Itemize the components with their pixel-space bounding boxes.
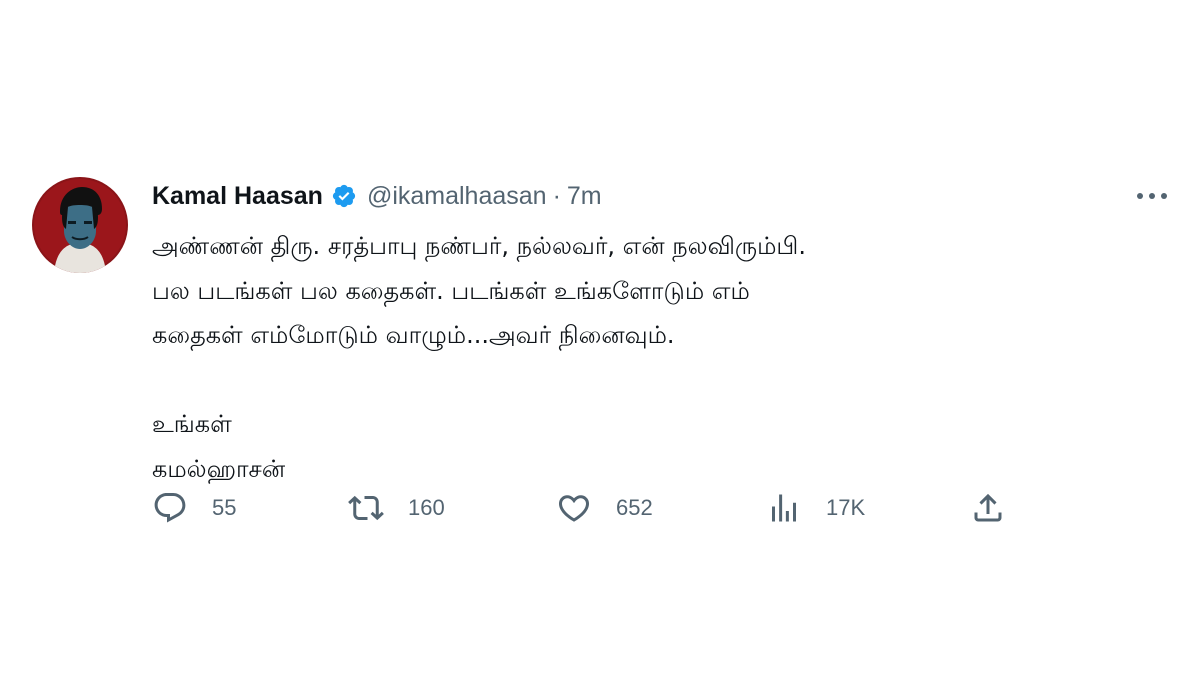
views-count: 17K: [826, 495, 866, 520]
tweet-text-line: பல படங்கள் பல கதைகள். படங்கள் உங்களோடும்…: [152, 276, 750, 305]
views-chart-icon: [766, 490, 802, 526]
avatar-portrait-icon: [32, 177, 128, 273]
tweet-card: Kamal Haasan @ikamalhaasan · 7m அண்ணன் த…: [0, 0, 1200, 675]
reply-icon: [152, 490, 188, 526]
tweet-text-line: கமல்ஹாசன்: [152, 454, 286, 483]
separator-dot: ·: [552, 181, 561, 210]
tweet-text: அண்ணன் திரு. சரத்பாபு நண்பர், நல்லவர், எ…: [152, 224, 1152, 491]
author-handle[interactable]: @ikamalhaasan: [367, 182, 547, 211]
tweet-header: Kamal Haasan @ikamalhaasan · 7m: [152, 176, 602, 216]
retweet-icon: [348, 490, 384, 526]
tweet-timestamp[interactable]: 7m: [567, 182, 602, 211]
like-button[interactable]: 652: [556, 490, 653, 526]
tweet-actions: 55 160 652 17K: [152, 490, 1012, 526]
tweet-text-line: அண்ணன் திரு. சரத்பாபு நண்பர், நல்லவர், எ…: [152, 232, 806, 260]
share-icon: [970, 490, 1006, 526]
heart-icon: [556, 490, 592, 526]
views-button[interactable]: 17K: [766, 490, 865, 526]
tweet-text-line: கதைகள் எம்மோடும் வாழும்...அவர் நினைவும்.: [152, 321, 675, 349]
avatar[interactable]: [32, 177, 128, 273]
more-horizontal-icon: [1137, 193, 1167, 199]
more-options-button[interactable]: [1134, 185, 1170, 207]
like-count: 652: [616, 495, 653, 520]
retweet-count: 160: [408, 495, 445, 520]
verified-badge-icon: [331, 183, 357, 209]
reply-count: 55: [212, 495, 237, 520]
tweet-text-line: உங்கள்: [152, 410, 232, 438]
author-name[interactable]: Kamal Haasan: [152, 182, 323, 211]
retweet-button[interactable]: 160: [348, 490, 445, 526]
share-button[interactable]: [970, 490, 1006, 526]
reply-button[interactable]: 55: [152, 490, 236, 526]
